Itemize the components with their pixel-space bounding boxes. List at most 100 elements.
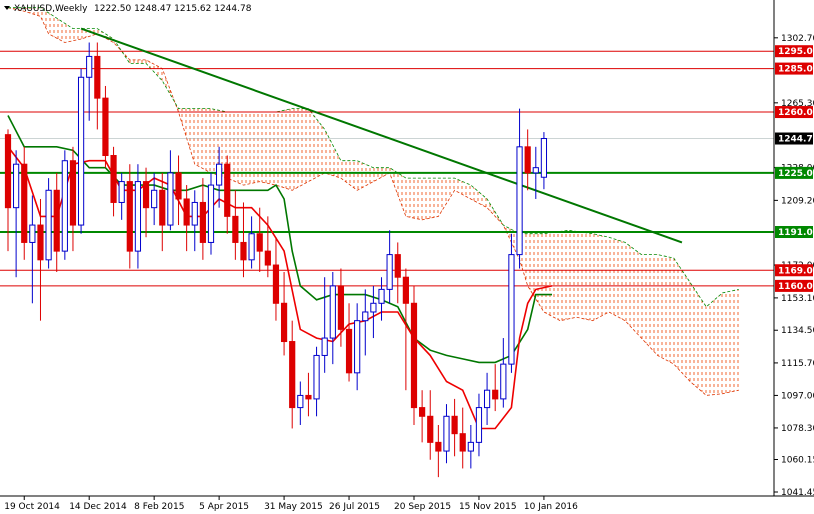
- candle-body: [167, 172, 174, 226]
- level-tag-text: 1169.00: [778, 266, 814, 276]
- candle-body: [37, 224, 44, 261]
- candle-body: [524, 146, 531, 174]
- x-tick-label: 8 Feb 2015: [134, 502, 184, 512]
- candle-body: [378, 288, 385, 304]
- candle-body: [532, 167, 539, 174]
- level-tag-1160-00: 1160.00: [775, 279, 814, 292]
- y-tick-label: 1060.15: [781, 455, 814, 465]
- candle-body: [61, 160, 68, 252]
- candle-body: [232, 215, 239, 243]
- y-tick-label: 1302.70: [781, 34, 814, 44]
- candle-body: [337, 285, 345, 330]
- candle-body: [21, 163, 28, 243]
- candle-body: [362, 311, 369, 322]
- level-tag-1169-00: 1169.00: [775, 264, 814, 277]
- candle-body: [86, 55, 93, 78]
- level-tag-text: 1295.00: [778, 47, 814, 57]
- candle-body: [459, 433, 466, 452]
- x-tick-label: 5 Apr 2015: [199, 502, 249, 512]
- candle-body: [297, 394, 304, 409]
- candle-body: [483, 389, 491, 409]
- chart-svg[interactable]: 1302.701265.301228.001209.201172.001153.…: [0, 0, 814, 514]
- symbol-label: XAUUSD,Weekly: [14, 4, 88, 14]
- last-price-tag-text: 1244.78: [778, 135, 814, 145]
- candle-body: [289, 341, 296, 409]
- candle-body: [435, 441, 442, 452]
- level-tag-text: 1260.00: [778, 108, 814, 118]
- candle-25: [207, 172, 215, 255]
- x-tick-label: 15 Nov 2015: [459, 502, 517, 512]
- candle-body: [272, 264, 280, 304]
- x-tick-label: 31 May 2015: [264, 502, 323, 512]
- level-tag-text: 1160.00: [778, 282, 814, 292]
- y-tick-label: 1209.20: [781, 196, 814, 206]
- candle-12: [102, 85, 109, 168]
- candle-body: [134, 181, 142, 252]
- candle-body: [102, 97, 109, 157]
- candle-2: [21, 146, 28, 260]
- candle-body: [240, 241, 247, 261]
- candle-62: [508, 233, 515, 373]
- level-tag-1260-00: 1260.00: [775, 106, 814, 119]
- candle-body: [256, 233, 263, 252]
- candle-body: [419, 407, 426, 417]
- candle-body: [386, 254, 393, 290]
- candle-body: [264, 250, 271, 266]
- x-tick-label: 19 Oct 2014: [4, 502, 60, 512]
- candle-body: [110, 155, 117, 203]
- candle-body: [467, 441, 474, 452]
- candle-body: [248, 233, 255, 261]
- chart-background: [0, 0, 814, 514]
- candle-body: [313, 354, 320, 400]
- candle-body: [191, 201, 198, 226]
- candle-body: [94, 55, 101, 99]
- ohlc-readout: 1222.50 1248.47 1215.62 1244.78: [94, 4, 252, 14]
- candle-body: [540, 138, 548, 178]
- candle-body: [13, 163, 20, 209]
- candle-body: [118, 181, 125, 203]
- level-tag-1225-00: 1225.00: [775, 166, 814, 179]
- candle-body: [199, 201, 206, 243]
- candle-body: [305, 394, 312, 400]
- level-tag-1191-00: 1191.00: [775, 226, 814, 239]
- y-tick-label: 1134.50: [781, 326, 814, 336]
- x-tick-label: 20 Sep 2015: [394, 502, 451, 512]
- y-tick-label: 1097.00: [781, 391, 814, 401]
- candle-50: [410, 285, 418, 425]
- level-tag-text: 1225.00: [778, 169, 814, 179]
- y-tick-label: 1115.70: [781, 359, 814, 369]
- candle-body: [370, 302, 377, 313]
- x-tick-label: 14 Dec 2014: [69, 502, 127, 512]
- candle-body: [451, 415, 458, 435]
- candle-body: [77, 76, 85, 226]
- candle-body: [508, 254, 515, 365]
- candle-body: [224, 163, 231, 217]
- y-tick-label: 1078.30: [781, 424, 814, 434]
- candle-body: [321, 337, 328, 356]
- level-tag-text: 1191.00: [778, 228, 814, 238]
- candle-body: [207, 184, 215, 243]
- candle-body: [354, 320, 361, 374]
- candle-body: [394, 254, 401, 278]
- candle-body: [345, 328, 353, 374]
- candle-body: [410, 302, 418, 409]
- level-tag-1295-00: 1295.00: [775, 45, 814, 58]
- candle-7: [61, 150, 68, 260]
- candle-body: [53, 189, 60, 252]
- candle-body: [29, 224, 36, 243]
- candle-body: [443, 415, 450, 452]
- candle-body: [216, 163, 223, 186]
- y-tick-label: 1041.45: [781, 488, 814, 498]
- candle-body: [45, 189, 52, 261]
- candle-9: [77, 68, 85, 234]
- candle-body: [500, 363, 507, 400]
- candle-body: [126, 181, 133, 252]
- chart-header: XAUUSD,Weekly 1222.50 1248.47 1215.62 12…: [4, 4, 252, 14]
- candle-body: [69, 160, 77, 226]
- candle-body: [4, 134, 12, 209]
- candle-body: [475, 407, 483, 443]
- candle-5: [45, 178, 52, 269]
- x-tick-label: 26 Jul 2015: [329, 502, 380, 512]
- candle-body: [427, 415, 434, 443]
- level-tag-text: 1285.00: [778, 65, 814, 75]
